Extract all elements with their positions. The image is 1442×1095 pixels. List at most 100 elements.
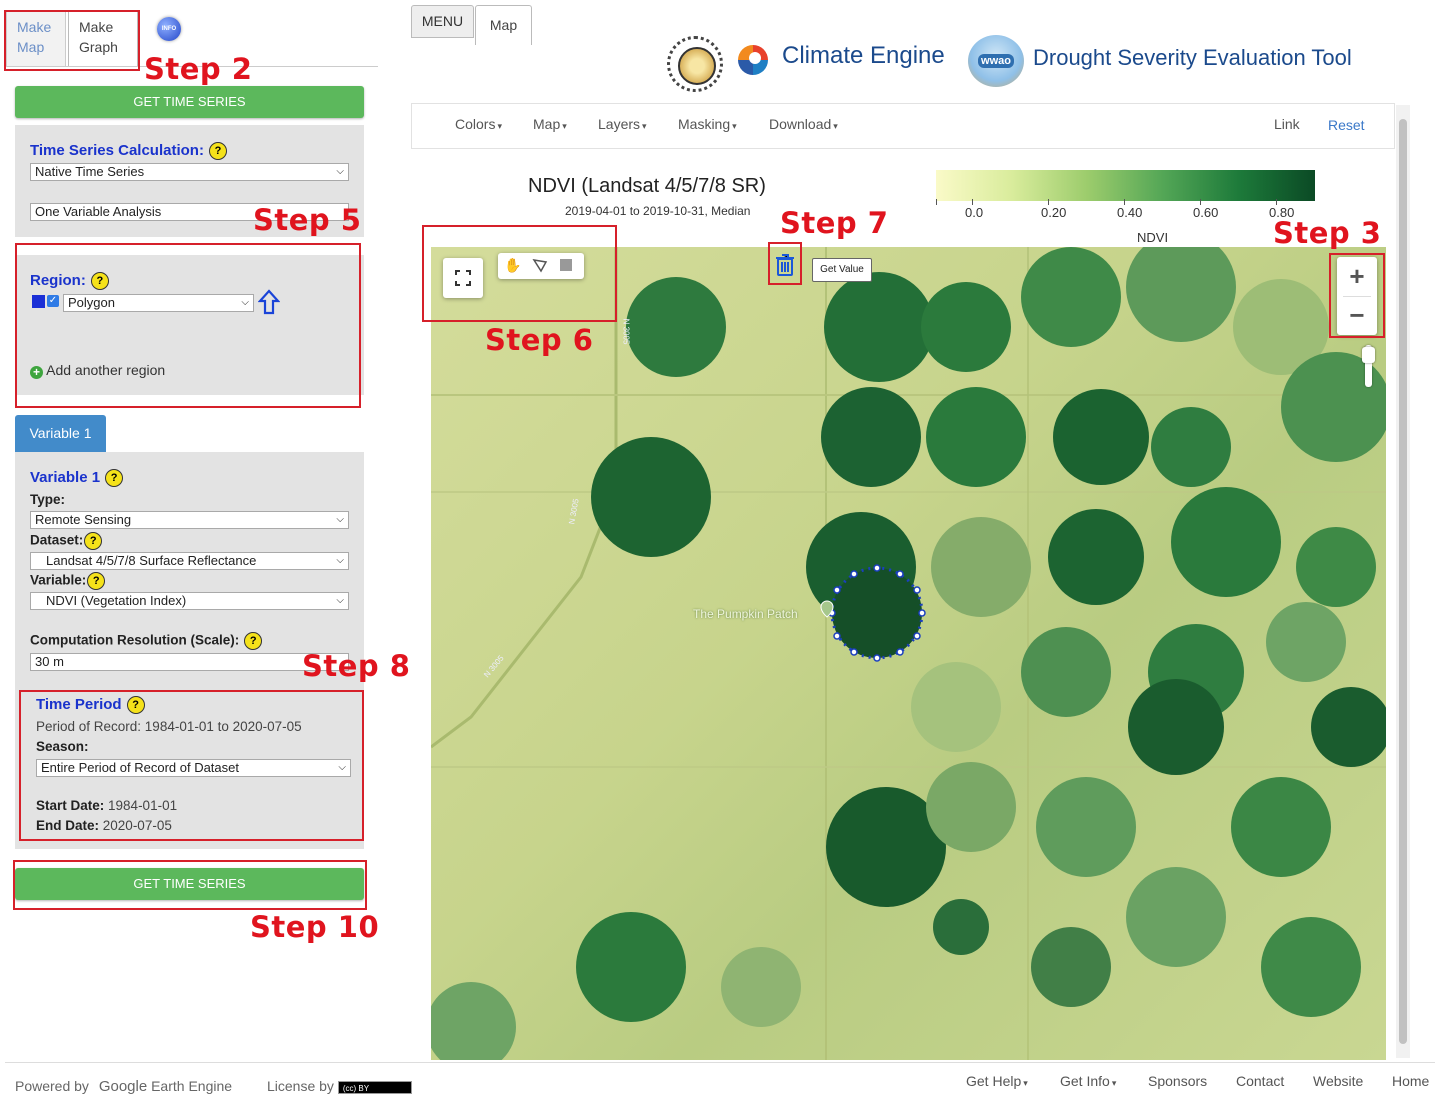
- step6-box: [422, 225, 617, 322]
- analysis-select-value: One Variable Analysis: [35, 204, 162, 219]
- variable-1-tab[interactable]: Variable 1: [15, 415, 106, 452]
- license-by: License by (cc) BY: [267, 1078, 412, 1094]
- tab-map-label: Map: [489, 17, 518, 33]
- info-icon[interactable]: INFO: [157, 17, 181, 41]
- legend-tick-label: 0.60: [1193, 205, 1219, 220]
- dataset-select[interactable]: Landsat 4/5/7/8 Surface Reflectance ⌵: [30, 552, 349, 570]
- colors-menu[interactable]: Colors ▾: [455, 116, 502, 132]
- chevron-down-icon: ⌵: [336, 514, 344, 525]
- road-label: N 3005: [621, 318, 631, 345]
- map-subtitle: 2019-04-01 to 2019-10-31, Median: [565, 204, 751, 218]
- step8-label: Step 8: [302, 649, 411, 683]
- scrollbar-thumb[interactable]: [1399, 119, 1407, 1044]
- tool-title: Drought Severity Evaluation Tool: [1033, 45, 1352, 70]
- google-logo-text: Google: [98, 1078, 148, 1095]
- legend-tick-label: 0.20: [1041, 205, 1067, 220]
- legend-tick-label: 0.0: [965, 205, 984, 220]
- caret-down-icon: ▾: [833, 121, 838, 131]
- tab-menu[interactable]: MENU: [411, 5, 474, 38]
- chevron-down-icon: ⌵: [336, 555, 344, 566]
- dataset-value: Landsat 4/5/7/8 Surface Reflectance: [46, 553, 257, 568]
- tab-menu-label: MENU: [421, 13, 464, 29]
- caret-down-icon: ▾: [1111, 1078, 1117, 1088]
- resolution-label: Computation Resolution (Scale):?: [30, 632, 263, 650]
- tab-map[interactable]: Map: [475, 5, 532, 45]
- help-icon[interactable]: ?: [87, 572, 106, 590]
- contact-link[interactable]: Contact: [1236, 1073, 1284, 1089]
- dataset-label: Dataset:?: [30, 532, 103, 550]
- caret-down-icon: ▾: [497, 121, 502, 131]
- help-icon[interactable]: ?: [84, 532, 103, 550]
- variable-value: NDVI (Vegetation Index): [46, 593, 187, 608]
- step10-box: [13, 860, 367, 910]
- license-by-text: License by: [267, 1078, 334, 1094]
- footer-divider: [5, 1062, 1435, 1063]
- caret-down-icon: ▾: [642, 121, 647, 131]
- website-link[interactable]: Website: [1313, 1073, 1363, 1089]
- zoom-slider-handle[interactable]: [1362, 347, 1375, 363]
- step2-label: Step 2: [144, 52, 253, 86]
- map-imagery: [431, 247, 1386, 1060]
- step2-box: [4, 10, 140, 71]
- step10-label: Step 10: [250, 910, 380, 944]
- legend-label: NDVI: [1137, 230, 1169, 245]
- resolution-value: 30 m: [35, 654, 64, 669]
- type-value: Remote Sensing: [35, 512, 132, 527]
- step5-label: Step 5: [253, 203, 362, 237]
- step7-label: Step 7: [780, 206, 889, 240]
- climate-engine-title: Climate Engine: [782, 42, 945, 69]
- get-info-menu[interactable]: Get Info ▾: [1060, 1073, 1116, 1089]
- time-series-calc-select[interactable]: Native Time Series ⌵: [30, 163, 349, 181]
- help-icon[interactable]: ?: [208, 142, 227, 161]
- wwao-logo: wwao: [968, 35, 1024, 87]
- help-icon[interactable]: ?: [105, 469, 124, 488]
- map-title: NDVI (Landsat 4/5/7/8 SR): [528, 175, 766, 197]
- step6-label: Step 6: [485, 323, 594, 357]
- sponsors-link[interactable]: Sponsors: [1148, 1073, 1207, 1089]
- download-menu[interactable]: Download ▾: [769, 116, 838, 132]
- get-value-button[interactable]: Get Value: [812, 258, 872, 282]
- home-link[interactable]: Home: [1392, 1073, 1429, 1089]
- climate-engine-logo-icon: [735, 42, 771, 81]
- info-icon-text: INFO: [161, 26, 177, 32]
- step8-box: [19, 690, 364, 841]
- license-badge[interactable]: (cc) BY: [337, 1080, 412, 1094]
- get-time-series-button-top[interactable]: GET TIME SERIES: [15, 86, 364, 118]
- variable-label: Variable:?: [30, 572, 106, 590]
- type-select[interactable]: Remote Sensing ⌵: [30, 511, 349, 529]
- layers-menu[interactable]: Layers ▾: [598, 116, 647, 132]
- zoom-slider[interactable]: [1362, 345, 1375, 387]
- place-label: The Pumpkin Patch: [693, 607, 798, 621]
- chevron-down-icon: ⌵: [336, 166, 344, 177]
- help-icon[interactable]: ?: [244, 632, 263, 650]
- variable-select[interactable]: NDVI (Vegetation Index) ⌵: [30, 592, 349, 610]
- variable-title-text: Variable 1: [30, 469, 101, 486]
- step7-box: [768, 242, 802, 285]
- scrollbar[interactable]: [1396, 105, 1410, 1058]
- caret-down-icon: ▾: [732, 121, 737, 131]
- map-canvas[interactable]: The Pumpkin Patch N 3005 N 3005 N 3005: [431, 247, 1386, 1060]
- masking-menu[interactable]: Masking ▾: [678, 116, 737, 132]
- caret-down-icon: ▾: [1023, 1078, 1028, 1088]
- type-label: Type:: [30, 492, 66, 507]
- link-button[interactable]: Link: [1274, 116, 1300, 132]
- earth-engine-text: Earth Engine: [151, 1078, 233, 1094]
- map-menu[interactable]: Map ▾: [533, 116, 567, 132]
- legend-tick-mark: [936, 199, 937, 205]
- step3-label: Step 3: [1273, 216, 1382, 250]
- wwao-logo-text: wwao: [978, 54, 1014, 68]
- seal-logo: [667, 36, 723, 92]
- time-series-title: Time Series Calculation:?: [30, 142, 227, 161]
- variable-title: Variable 1?: [30, 469, 124, 488]
- step3-box: [1329, 253, 1385, 338]
- powered-by-text: Powered by: [15, 1078, 89, 1094]
- caret-down-icon: ▾: [562, 121, 567, 131]
- get-help-menu[interactable]: Get Help ▾: [966, 1073, 1028, 1089]
- variable-1-tab-label: Variable 1: [29, 425, 92, 441]
- legend-colorbar: [936, 170, 1315, 201]
- reset-button[interactable]: Reset: [1328, 117, 1365, 133]
- legend-tick-label: 0.40: [1117, 205, 1143, 220]
- chevron-down-icon: ⌵: [336, 595, 344, 606]
- time-series-calc-value: Native Time Series: [35, 164, 145, 179]
- powered-by: Powered by Google Earth Engine: [15, 1078, 232, 1095]
